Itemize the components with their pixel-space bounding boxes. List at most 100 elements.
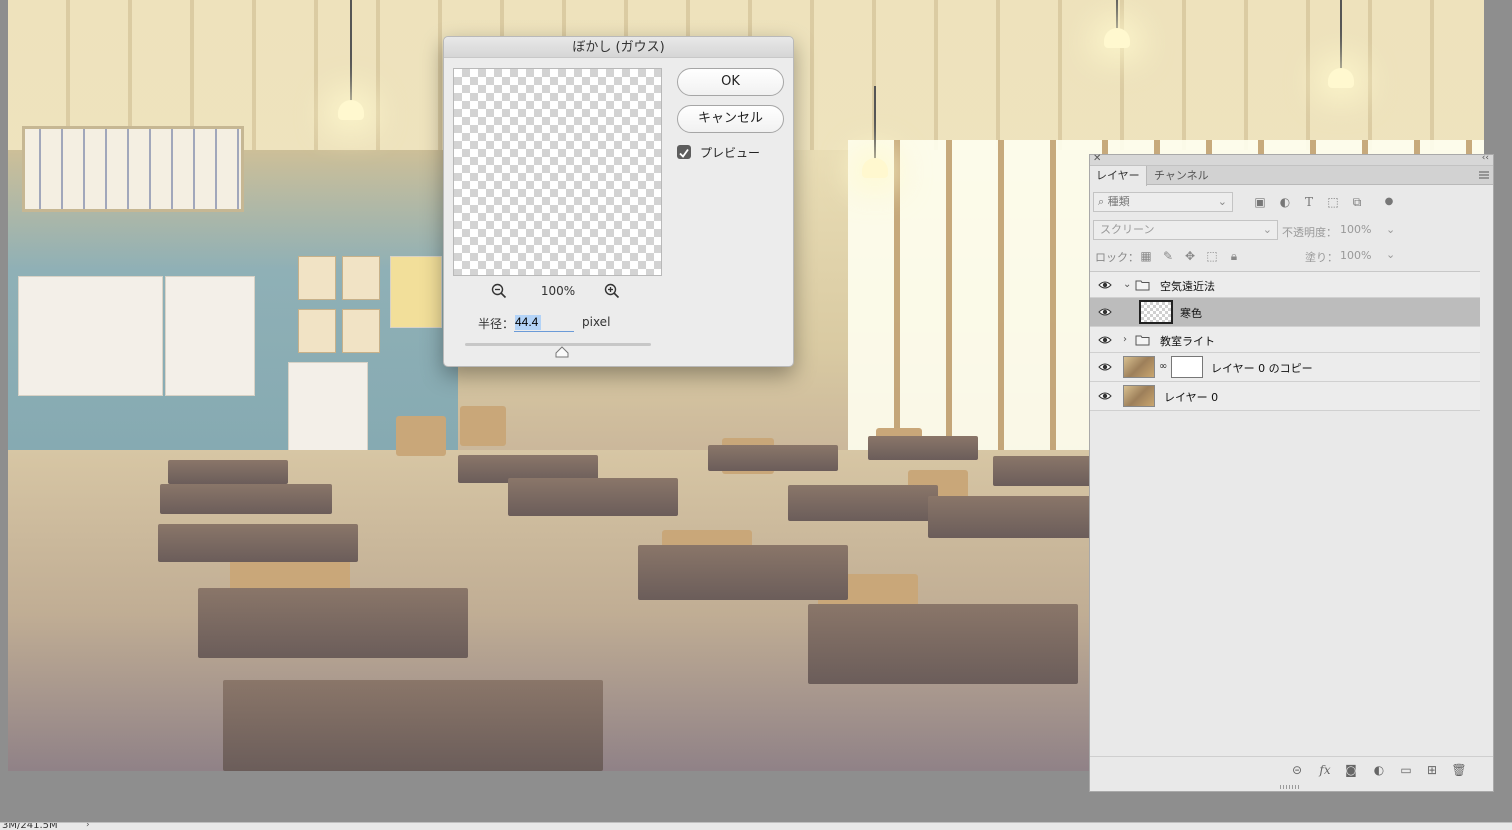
cancel-button[interactable]: キャンセル bbox=[677, 105, 784, 133]
tab-layers[interactable]: レイヤー bbox=[1090, 166, 1147, 186]
panel-tabs: レイヤー チャンネル bbox=[1090, 166, 1493, 186]
dialog-title[interactable]: ぼかし (ガウス) bbox=[444, 37, 793, 58]
fill-value[interactable]: 100% bbox=[1340, 249, 1371, 262]
new-layer-icon[interactable]: ⊞ bbox=[1424, 762, 1440, 778]
wall-poster bbox=[298, 256, 336, 300]
layer-row[interactable]: › 教室ライト bbox=[1090, 327, 1480, 353]
adjustment-filter-icon[interactable]: ◐ bbox=[1278, 195, 1292, 209]
link-chain-icon[interactable]: ∞ bbox=[1159, 361, 1167, 372]
folder-icon bbox=[1135, 335, 1150, 345]
preview-label[interactable]: プレビュー bbox=[700, 144, 760, 161]
visibility-eye-icon[interactable] bbox=[1098, 335, 1112, 345]
close-icon[interactable]: ✕ bbox=[1093, 153, 1101, 164]
wall-poster bbox=[342, 309, 380, 353]
lock-transparency-icon[interactable]: ▦ bbox=[1139, 249, 1153, 263]
layer-thumbnail[interactable] bbox=[1123, 385, 1155, 407]
layer-name: 空気遠近法 bbox=[1160, 279, 1215, 293]
wall-drawing bbox=[390, 256, 442, 328]
wall-chart bbox=[22, 126, 244, 212]
desk bbox=[708, 445, 838, 471]
lock-artboard-icon[interactable]: ⬚ bbox=[1205, 249, 1219, 263]
desk bbox=[993, 456, 1096, 486]
search-icon: ⌕ bbox=[1098, 195, 1105, 208]
desk bbox=[198, 588, 468, 658]
chevron-down-icon[interactable]: ⌄ bbox=[1386, 248, 1395, 261]
desk bbox=[160, 484, 332, 514]
blend-mode-select[interactable]: スクリーン ⌄ bbox=[1093, 220, 1278, 240]
filter-kind-select[interactable]: ⌕ 種類 ⌄ bbox=[1093, 192, 1233, 212]
chevron-down-icon[interactable]: ⌄ bbox=[1386, 223, 1395, 236]
ceiling-lamp bbox=[1104, 28, 1130, 48]
add-mask-icon[interactable]: ◙ bbox=[1343, 762, 1359, 778]
zoom-out-icon[interactable] bbox=[490, 282, 508, 300]
chair bbox=[460, 406, 506, 446]
resize-grip[interactable] bbox=[1280, 785, 1300, 789]
preview-zoom-controls: 100% bbox=[453, 282, 662, 300]
desk bbox=[808, 604, 1078, 684]
desk bbox=[158, 524, 358, 562]
ceiling-lamp bbox=[862, 158, 888, 178]
layer-mask-thumbnail[interactable] bbox=[1171, 356, 1203, 378]
image-filter-icon[interactable]: ▣ bbox=[1253, 195, 1267, 209]
expanded-chevron-icon[interactable]: ⌄ bbox=[1123, 279, 1131, 290]
collapse-icon[interactable]: ‹‹ bbox=[1482, 153, 1489, 163]
layer-filter-row: ⌕ 種類 ⌄ ▣ ◐ T ⬚ ⧉ ● bbox=[1090, 187, 1493, 217]
layer-row[interactable]: 寒色 bbox=[1090, 298, 1480, 327]
wall-paper bbox=[18, 276, 163, 396]
blend-row: スクリーン ⌄ 不透明度： 100% ⌄ bbox=[1090, 217, 1493, 243]
layer-row[interactable]: ⌄ 空気遠近法 bbox=[1090, 272, 1480, 298]
panel-header-bar[interactable]: ✕ ‹‹ bbox=[1090, 153, 1493, 166]
layers-panel: ✕ ‹‹ レイヤー チャンネル ⌕ 種類 ⌄ ▣ ◐ T ⬚ ⧉ ● スクリーン… bbox=[1089, 153, 1494, 792]
smart-object-filter-icon[interactable]: ⧉ bbox=[1350, 195, 1364, 209]
new-group-icon[interactable]: ▭ bbox=[1398, 762, 1414, 778]
ceiling-lamp bbox=[1328, 68, 1354, 88]
filter-kind-value: 種類 bbox=[1107, 195, 1130, 208]
desk bbox=[928, 496, 1096, 538]
layers-panel-footer: ⊝ fx ◙ ◐ ▭ ⊞ 🗑︎ bbox=[1090, 756, 1493, 782]
panel-menu-icon[interactable] bbox=[1478, 169, 1490, 181]
visibility-eye-icon[interactable] bbox=[1098, 362, 1112, 372]
visibility-eye-icon[interactable] bbox=[1098, 391, 1112, 401]
tab-channels[interactable]: チャンネル bbox=[1148, 166, 1215, 185]
chevron-down-icon: ⌄ bbox=[1262, 223, 1272, 236]
preview-checkbox[interactable] bbox=[677, 145, 691, 159]
layer-thumbnail[interactable] bbox=[1139, 300, 1173, 324]
desk bbox=[868, 436, 978, 460]
visibility-eye-icon[interactable] bbox=[1098, 307, 1112, 317]
radius-slider-thumb[interactable] bbox=[555, 346, 569, 358]
trash-icon[interactable]: 🗑︎ bbox=[1451, 762, 1467, 778]
wall-poster bbox=[342, 256, 380, 300]
desk bbox=[508, 478, 678, 516]
blend-mode-value: スクリーン bbox=[1100, 223, 1155, 236]
layer-thumbnail[interactable] bbox=[1123, 356, 1155, 378]
radius-input[interactable] bbox=[514, 313, 574, 332]
layer-style-icon[interactable]: fx bbox=[1317, 762, 1333, 778]
layer-name: 寒色 bbox=[1180, 307, 1202, 320]
shape-filter-icon[interactable]: ⬚ bbox=[1326, 195, 1340, 209]
filter-toggle-icon[interactable]: ● bbox=[1382, 195, 1396, 209]
ok-button[interactable]: OK bbox=[677, 68, 784, 96]
zoom-in-icon[interactable] bbox=[603, 282, 621, 300]
desk bbox=[788, 485, 938, 521]
chevron-right-icon[interactable]: › bbox=[86, 823, 90, 830]
lock-move-icon[interactable]: ✥ bbox=[1183, 249, 1197, 263]
layer-row[interactable]: ∞ レイヤー 0 のコピー bbox=[1090, 353, 1480, 382]
desk bbox=[223, 680, 603, 771]
blur-preview[interactable] bbox=[453, 68, 662, 276]
layer-row[interactable]: レイヤー 0 bbox=[1090, 382, 1480, 411]
fill-label: 塗り： bbox=[1305, 251, 1338, 264]
visibility-eye-icon[interactable] bbox=[1098, 280, 1112, 290]
checkmark-icon bbox=[679, 148, 689, 158]
type-filter-icon[interactable]: T bbox=[1302, 195, 1316, 209]
collapsed-chevron-icon[interactable]: › bbox=[1123, 334, 1127, 345]
lock-all-icon[interactable]: 🔒︎ bbox=[1227, 249, 1241, 263]
lock-paint-icon[interactable]: ✎ bbox=[1161, 249, 1175, 263]
chair bbox=[396, 416, 446, 456]
link-layers-icon[interactable]: ⊝ bbox=[1289, 762, 1305, 778]
folder-icon bbox=[1135, 280, 1150, 290]
wall-paper bbox=[165, 276, 255, 396]
lock-label: ロック： bbox=[1095, 251, 1139, 264]
chevron-down-icon: ⌄ bbox=[1217, 195, 1227, 208]
adjustment-layer-icon[interactable]: ◐ bbox=[1371, 762, 1387, 778]
opacity-label: 不透明度： bbox=[1282, 226, 1337, 239]
